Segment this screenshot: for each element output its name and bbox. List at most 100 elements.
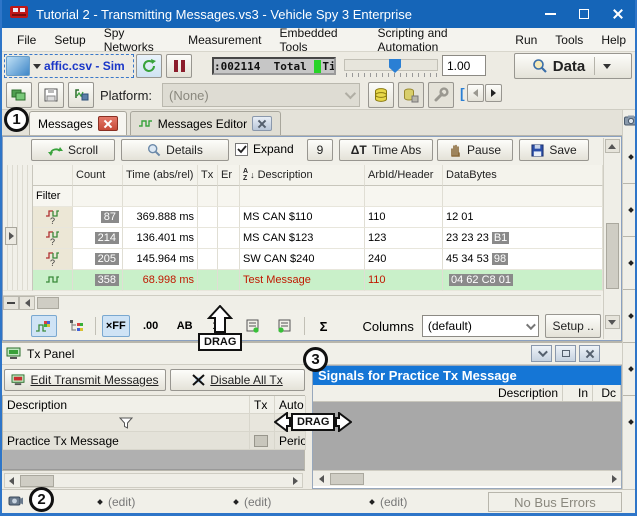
signals-hscrollbar[interactable] (313, 470, 621, 486)
cell-description[interactable]: Test Message (240, 270, 365, 291)
interpret-off-button[interactable] (272, 315, 298, 337)
details-button[interactable]: Details (121, 139, 229, 161)
tx-panel-restore-button[interactable] (555, 345, 576, 362)
messages-hscrollbar[interactable] (3, 295, 601, 310)
rate-input[interactable] (442, 55, 486, 76)
cell-er[interactable] (218, 249, 240, 270)
row-expander-button[interactable] (5, 227, 17, 245)
columns-dropdown[interactable]: (default) (422, 315, 540, 337)
tx-row-autotx[interactable]: Periodic (275, 432, 306, 450)
cell-databytes[interactable]: 23 23 23B1 (443, 228, 603, 249)
column-header-icon[interactable] (33, 165, 73, 186)
cell-time[interactable]: 145.964 ms (123, 249, 198, 270)
column-header-time[interactable]: Time (abs/rel) (123, 165, 198, 186)
pause-button[interactable]: Pause (437, 139, 513, 161)
disable-all-tx-button[interactable]: Disable All Tx (170, 369, 305, 391)
save-setup-button[interactable] (38, 82, 64, 108)
signals-col-in[interactable]: In (563, 385, 593, 401)
save-button[interactable]: Save (519, 139, 589, 161)
totals-button[interactable]: Σ (311, 315, 337, 337)
cell-tx[interactable] (198, 249, 218, 270)
tx-checkbox[interactable] (254, 435, 268, 447)
dock-handle[interactable] (628, 207, 634, 213)
filter-description[interactable] (240, 186, 365, 207)
tx-col-description[interactable]: Description (3, 396, 250, 414)
menu-file[interactable]: File (8, 30, 45, 50)
count-mode-button[interactable]: 9 (307, 139, 333, 161)
tab-messages-editor[interactable]: Messages Editor (130, 111, 281, 135)
filter-count[interactable] (73, 186, 123, 207)
column-header-description[interactable]: AZ ↓ Description (240, 165, 365, 186)
pause-playback-button[interactable] (166, 54, 192, 78)
tree-view-button[interactable] (63, 315, 89, 337)
menu-help[interactable]: Help (592, 30, 635, 50)
playback-rate-slider[interactable] (344, 59, 438, 71)
dock-handle[interactable] (628, 260, 634, 266)
refresh-button[interactable] (136, 54, 162, 78)
close-button[interactable] (601, 0, 635, 28)
cell-description[interactable]: MS CAN $123 (240, 228, 365, 249)
signals-col-description[interactable]: Description (313, 385, 563, 401)
expand-checkbox[interactable] (235, 143, 248, 156)
collapse-button[interactable] (3, 296, 19, 310)
cell-databytes[interactable]: 45 34 5398 (443, 249, 603, 270)
status-edit-2[interactable]: (edit) (234, 495, 271, 509)
tab-messages[interactable]: Messages (29, 111, 127, 135)
tx-filter-tx[interactable] (250, 414, 275, 432)
cell-tx[interactable] (198, 270, 218, 291)
column-header-er[interactable]: Er (218, 165, 240, 186)
dock-handle[interactable] (628, 366, 634, 372)
signals-col-dc[interactable]: Dc (593, 385, 621, 401)
cell-description[interactable]: MS CAN $110 (240, 207, 365, 228)
dock-handle[interactable] (628, 419, 634, 425)
interpret-on-button[interactable] (240, 315, 266, 337)
tx-panel-menu-button[interactable] (531, 345, 552, 362)
networks-button[interactable] (6, 82, 32, 108)
column-header-arbid[interactable]: ArbId/Header (365, 165, 443, 186)
maximize-button[interactable] (567, 0, 601, 28)
cell-databytes[interactable]: 04 62 C8 01 (443, 270, 603, 291)
database-save-button[interactable] (398, 82, 424, 108)
cell-time[interactable]: 369.888 ms (123, 207, 198, 228)
arrow-right-icon[interactable] (612, 475, 617, 483)
column-header-databytes[interactable]: DataBytes (443, 165, 603, 186)
ascii-format-button[interactable]: AB (172, 315, 198, 337)
data-view-button[interactable]: Data (514, 53, 632, 79)
dock-handle[interactable] (628, 313, 634, 319)
cell-er[interactable] (218, 228, 240, 249)
setup-button[interactable]: Setup .. (545, 314, 601, 338)
signal-view-button[interactable] (31, 315, 57, 337)
scroll-up-button[interactable] (605, 139, 620, 153)
cell-count[interactable]: 205 (73, 249, 123, 270)
tab-messages-close-button[interactable] (98, 116, 118, 131)
cell-er[interactable] (218, 270, 240, 291)
scroll-left-button[interactable] (19, 296, 35, 310)
time-abs-button[interactable]: ΔT Time Abs (339, 139, 433, 161)
column-header-count[interactable]: Count (73, 165, 123, 186)
vscroll-thumb[interactable] (606, 223, 619, 289)
messages-vscrollbar[interactable] (603, 138, 620, 339)
cell-arbid[interactable]: 110 (365, 207, 443, 228)
status-edit-3[interactable]: (edit) (370, 495, 407, 509)
menu-setup[interactable]: Setup (45, 30, 94, 50)
decimal-format-button[interactable]: .00 (138, 315, 164, 337)
filter-arbid[interactable] (365, 186, 443, 207)
cell-description[interactable]: SW CAN $240 (240, 249, 365, 270)
hscroll-thumb[interactable] (37, 297, 59, 309)
options-button[interactable] (428, 82, 454, 108)
cell-arbid[interactable]: 240 (365, 249, 443, 270)
tx-hscrollbar[interactable] (4, 473, 303, 488)
cell-arbid[interactable]: 110 (365, 270, 443, 291)
cell-arbid[interactable]: 123 (365, 228, 443, 249)
cell-count[interactable]: 214 (73, 228, 123, 249)
database-button[interactable] (368, 82, 394, 108)
arrow-right-icon[interactable] (293, 477, 298, 485)
arrow-left-icon[interactable] (319, 475, 324, 483)
menu-tools[interactable]: Tools (546, 30, 592, 50)
arrow-left-icon[interactable] (9, 477, 14, 485)
cell-databytes[interactable]: 12 01 (443, 207, 603, 228)
menu-run[interactable]: Run (506, 30, 546, 50)
column-header-tx[interactable]: Tx (198, 165, 218, 186)
minimize-button[interactable] (533, 0, 567, 28)
cell-time[interactable]: 136.401 ms (123, 228, 198, 249)
